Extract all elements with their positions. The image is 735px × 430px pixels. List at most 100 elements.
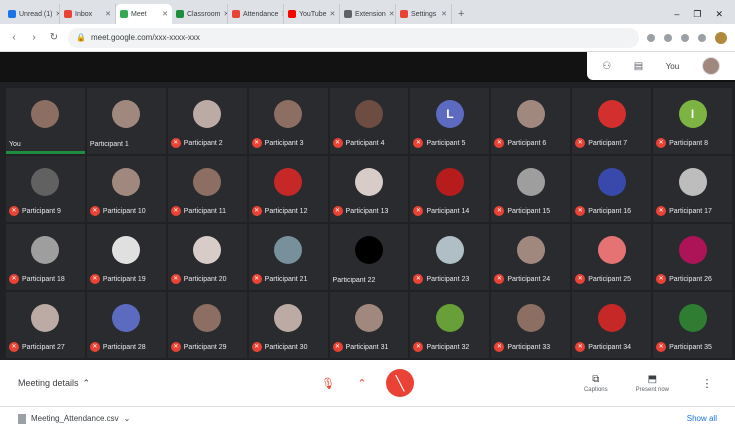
tab-close-icon[interactable]: ✕ [330, 10, 336, 18]
participant-name-row: ✕ Participant 30 [251, 342, 325, 352]
more-options-icon[interactable]: ⋮ [697, 373, 717, 393]
participant-tile[interactable]: I ✕ Participant 8 [653, 88, 732, 154]
participant-tile[interactable]: ✕ Participant 26 [653, 224, 732, 290]
tab-label: Settings [411, 10, 437, 18]
browser-tab[interactable]: Inbox ✕ [60, 4, 116, 24]
browser-tab[interactable]: Extension ✕ [340, 4, 396, 24]
participant-avatar [193, 100, 222, 128]
participant-tile[interactable]: ✕ Participant 7 [572, 88, 652, 154]
participant-tile[interactable]: ✕ Participant 10 [86, 156, 166, 222]
browser-tab[interactable]: Classroom✕ [172, 4, 228, 24]
participant-avatar [516, 168, 545, 196]
participant-tile[interactable]: ✕ Participant 29 [167, 292, 247, 358]
participant-tile[interactable]: ✕ Participant 19 [86, 224, 166, 290]
new-tab-button[interactable]: + [452, 4, 470, 24]
participant-tile[interactable]: ✕ Participant 23 [410, 224, 490, 290]
maximize-button[interactable]: ❐ [693, 9, 701, 20]
participant-tile[interactable]: ✕ Participant 35 [653, 292, 732, 358]
favicon-icon [344, 10, 352, 18]
chat-icon[interactable]: ▤ [634, 61, 643, 72]
participant-tile[interactable]: ✕ Participant 25 [572, 224, 652, 290]
forward-icon[interactable]: › [28, 32, 40, 43]
participant-avatar [31, 168, 60, 196]
browser-tab[interactable]: Unread (1)✕ [4, 4, 60, 24]
browser-tab[interactable]: YouTube ✕ [284, 4, 340, 24]
tab-close-icon[interactable]: ✕ [389, 10, 395, 18]
participant-name-row: ✕ Participant 25 [575, 274, 648, 284]
participant-name: Participant 26 [669, 275, 712, 283]
participant-avatar [354, 236, 383, 264]
participant-tile[interactable]: ✕ Participant 2 [167, 88, 247, 154]
participant-tile[interactable]: ✕ Participant 24 [491, 224, 571, 290]
favicon-icon [8, 10, 16, 18]
participant-tile[interactable]: ✕ Participant 16 [572, 156, 652, 222]
hangup-button[interactable]: ╲ [386, 369, 414, 397]
participant-tile[interactable]: ✕ Participant 11 [167, 156, 247, 222]
tab-close-icon[interactable]: ✕ [105, 10, 111, 18]
participant-avatar [274, 168, 303, 196]
back-icon[interactable]: ‹ [8, 32, 20, 43]
participant-tile[interactable]: ✕ Participant 28 [86, 292, 166, 358]
participant-tile[interactable]: ✕ Participant 30 [248, 292, 328, 358]
participant-tile[interactable]: ✕ Participant 34 [572, 292, 652, 358]
participant-tile[interactable]: ✕ Participant 32 [410, 292, 490, 358]
participant-name: Participant 24 [507, 275, 551, 283]
participant-name: Participant 25 [588, 275, 632, 283]
mic-off-icon: ✕ [413, 274, 424, 284]
people-icon[interactable]: ⚇ [602, 61, 611, 72]
profile-avatar[interactable] [715, 31, 727, 44]
participant-tile[interactable]: ✕ Participant 12 [248, 156, 328, 222]
participant-name: Participant 35 [669, 343, 712, 351]
participant-tile[interactable]: ✕ Participant 21 [248, 224, 328, 290]
download-item[interactable]: Meeting_Attendance.csv ⌄ [18, 413, 131, 424]
participant-tile[interactable]: Participant 22 [329, 224, 409, 290]
participant-tile[interactable]: ✕ Participant 14 [410, 156, 490, 222]
participant-name-row: ✕ Participant 21 [251, 274, 325, 284]
browser-tab[interactable]: Attendance✕ [228, 4, 284, 24]
participant-tile[interactable]: ✕ Participant 3 [248, 88, 328, 154]
participant-name: Participant 22 [332, 277, 376, 284]
present-button[interactable]: ⬒ Present now [636, 374, 669, 393]
participant-avatar [678, 236, 707, 264]
captions-button[interactable]: ⧉ Captions [584, 374, 608, 393]
participant-tile[interactable]: ✕ Participant 18 [6, 224, 85, 290]
chevron-down-icon: ⌄ [123, 414, 131, 423]
participant-tile[interactable]: You [6, 88, 85, 154]
participant-tile[interactable]: ✕ Participant 31 [329, 292, 409, 358]
mic-off-icon: ✕ [494, 342, 505, 352]
participant-tile[interactable]: ✕ Participant 9 [6, 156, 85, 222]
participant-tile[interactable]: ✕ Participant 4 [329, 88, 409, 154]
mic-off-icon: ✕ [9, 274, 19, 284]
participant-tile[interactable]: ✕ Participant 27 [6, 292, 85, 358]
participant-tile[interactable]: ✕ Participant 13 [329, 156, 409, 222]
participant-avatar [516, 304, 545, 332]
extension-icon[interactable] [681, 33, 689, 42]
browser-tab[interactable]: Settings ✕ [396, 4, 452, 24]
participant-tile[interactable]: ✕ Participant 17 [653, 156, 732, 222]
tab-close-icon[interactable]: ✕ [162, 10, 168, 18]
minimize-button[interactable]: – [674, 9, 679, 19]
camera-icon[interactable]: ⌃ [352, 373, 372, 393]
participant-tile[interactable]: ✕ Participant 33 [491, 292, 571, 358]
participant-name-row: ✕ Participant 6 [494, 138, 567, 148]
mic-icon[interactable]: 🎙 [318, 373, 338, 393]
reload-icon[interactable]: ↻ [48, 32, 60, 43]
participant-tile[interactable]: Participant 1 [86, 88, 166, 154]
extension-icon[interactable] [698, 33, 706, 42]
extension-icon[interactable] [647, 33, 655, 42]
url-bar[interactable]: 🔒 meet.google.com/xxx-xxxx-xxx [68, 27, 639, 48]
address-bar-row: ‹ › ↻ 🔒 meet.google.com/xxx-xxxx-xxx [0, 24, 735, 52]
tab-close-icon[interactable]: ✕ [441, 10, 447, 18]
participant-avatar [354, 304, 383, 332]
participant-tile[interactable]: ✕ Participant 20 [167, 224, 247, 290]
participant-tile[interactable]: ✕ Participant 15 [491, 156, 571, 222]
browser-tab[interactable]: Meet ✕ [116, 4, 172, 24]
meeting-details-button[interactable]: Meeting details ⌃ [18, 378, 318, 389]
show-all-link[interactable]: Show all [687, 414, 717, 423]
extension-icon[interactable] [664, 33, 672, 42]
participant-name-row: ✕ Participant 17 [656, 206, 729, 216]
participant-tile[interactable]: L ✕ Participant 5 [410, 88, 490, 154]
close-window-button[interactable]: ✕ [715, 9, 723, 20]
self-avatar[interactable] [701, 57, 720, 75]
participant-tile[interactable]: ✕ Participant 6 [491, 88, 571, 154]
